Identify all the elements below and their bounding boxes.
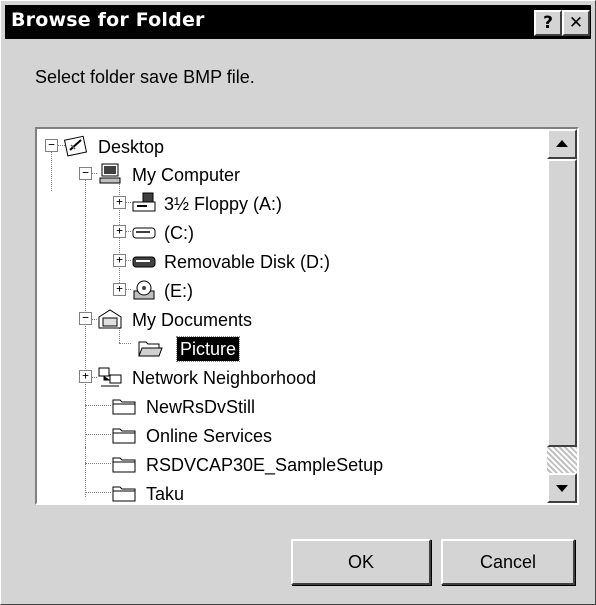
vertical-scrollbar[interactable] <box>547 129 577 503</box>
expand-toggle[interactable]: + <box>113 283 126 296</box>
tree-item-removable-disk-d[interactable]: + Removable Disk (D:) <box>37 248 357 276</box>
tree-item-drive-c[interactable]: + (C:) <box>37 219 237 247</box>
folder-icon <box>112 486 136 502</box>
tree-item-label: 3½ Floppy (A:) <box>164 194 283 214</box>
tree-item-network-neighborhood[interactable]: + Network Neighborhood <box>37 364 377 392</box>
tree-item-label: RSDVCAP30E_SampleSetup <box>146 455 384 475</box>
tree-item-floppy-a[interactable]: + 3½ Floppy (A:) <box>37 190 317 218</box>
ok-button[interactable]: OK <box>291 539 431 585</box>
folder-icon <box>112 428 136 444</box>
removable-disk-icon <box>132 256 156 268</box>
my-computer-icon <box>99 163 121 184</box>
expand-toggle[interactable]: + <box>113 254 126 267</box>
scroll-up-button[interactable] <box>547 129 577 159</box>
tree-item-rsdvcap30e-samplesetup[interactable]: RSDVCAP30E_SampleSetup <box>37 451 437 479</box>
title-bar[interactable]: Browse for Folder ? ✕ <box>5 5 591 39</box>
folder-icon <box>112 457 136 473</box>
tree-item-label: (E:) <box>164 281 193 301</box>
tree-item-drive-e[interactable]: + (E:) <box>37 277 237 305</box>
tree-item-picture[interactable]: Picture <box>37 335 277 363</box>
tree-item-taku[interactable]: Taku <box>37 480 237 503</box>
hard-drive-icon <box>132 227 156 239</box>
tree-item-label: Online Services <box>146 426 273 446</box>
arrow-up-icon <box>556 140 568 147</box>
folder-tree-viewport: − Desktop − My Computer + 3½ Floppy (A:)… <box>37 129 545 503</box>
tree-item-label: My Documents <box>132 310 253 330</box>
tree-item-label: Network Neighborhood <box>132 368 317 388</box>
scroll-down-button[interactable] <box>547 473 577 503</box>
tree-item-label: Removable Disk (D:) <box>164 252 331 272</box>
folder-icon <box>112 399 136 415</box>
arrow-down-icon <box>556 485 568 492</box>
tree-item-label: NewRsDvStill <box>146 397 256 417</box>
network-neighborhood-icon <box>98 367 122 387</box>
prompt-text: Select folder save BMP file. <box>35 67 255 87</box>
folder-tree[interactable]: − Desktop − My Computer + 3½ Floppy (A:)… <box>35 127 579 505</box>
cancel-button[interactable]: Cancel <box>441 539 575 585</box>
collapse-toggle[interactable]: − <box>79 312 92 325</box>
tree-item-newrsdvstill[interactable]: NewRsDvStill <box>37 393 297 421</box>
tree-item-my-documents[interactable]: − My Documents <box>37 306 297 334</box>
collapse-toggle[interactable]: − <box>79 167 92 180</box>
tree-item-online-services[interactable]: Online Services <box>37 422 317 450</box>
browse-for-folder-dialog: Browse for Folder ? ✕ Select folder save… <box>0 0 596 605</box>
scrollbar-thumb[interactable] <box>547 159 577 447</box>
expand-toggle[interactable]: + <box>79 370 92 383</box>
help-button[interactable]: ? <box>534 10 562 36</box>
tree-item-label: (C:) <box>164 223 194 243</box>
window-title: Browse for Folder <box>11 9 205 31</box>
open-folder-icon <box>138 341 163 357</box>
cd-drive-icon <box>133 280 155 300</box>
tree-item-desktop[interactable]: − Desktop <box>37 133 237 161</box>
floppy-drive-icon <box>132 192 156 212</box>
expand-toggle[interactable]: + <box>113 225 126 238</box>
tree-item-label: Taku <box>146 484 185 503</box>
scrollbar-track[interactable] <box>547 447 577 473</box>
tree-item-my-computer[interactable]: − My Computer <box>37 161 267 189</box>
tree-item-label: My Computer <box>132 165 241 185</box>
tree-item-label: Picture <box>175 336 241 362</box>
collapse-toggle[interactable]: − <box>45 139 58 152</box>
tree-item-label: Desktop <box>98 137 165 157</box>
my-documents-icon <box>98 309 122 329</box>
close-button[interactable]: ✕ <box>562 10 590 36</box>
desktop-icon <box>63 135 88 157</box>
expand-toggle[interactable]: + <box>113 196 126 209</box>
